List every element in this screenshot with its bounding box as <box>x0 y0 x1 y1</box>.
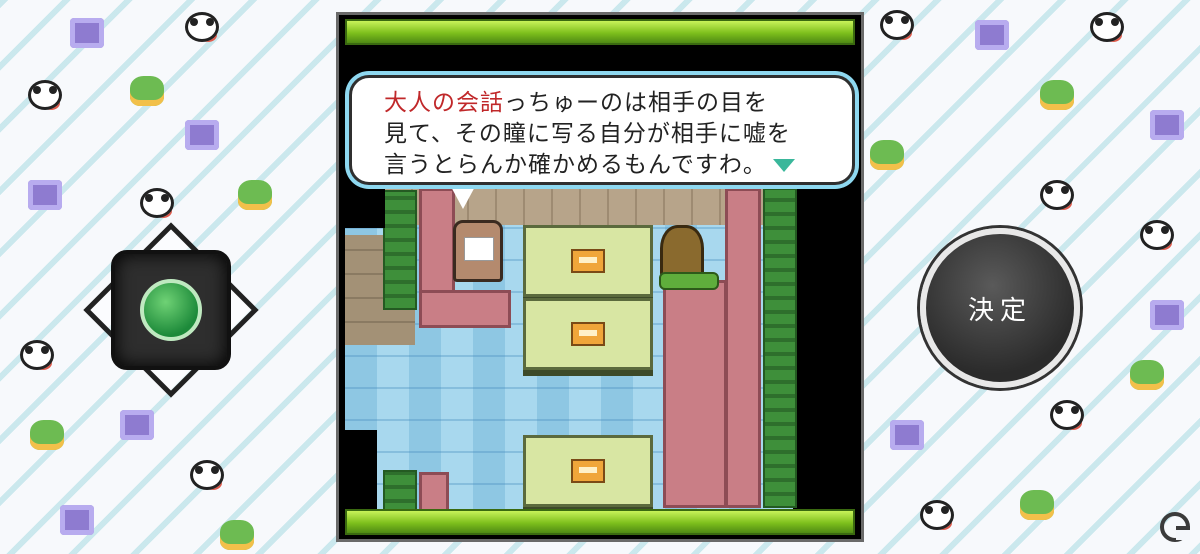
wallpaper-bug-icon <box>20 340 54 370</box>
triangle-down-icon <box>772 159 795 172</box>
g-logo-icon <box>1160 512 1190 542</box>
food-plate-icon <box>571 249 605 273</box>
wallpaper-robot-icon <box>975 20 1009 50</box>
dpad-icon[interactable] <box>140 279 202 341</box>
hedge <box>763 188 797 508</box>
dialog-box[interactable]: 大人の会話っちゅーのは相手の目を 見て、その瞳に写る自分が相手に嘘を 言うとらん… <box>349 75 855 185</box>
dialog-line-2: 見て、その瞳に写る自分が相手に嘘を <box>384 121 791 147</box>
wallpaper-bug-icon <box>1090 12 1124 42</box>
game-screen[interactable]: 大人の会話っちゅーのは相手の目を 見て、その瞳に写る自分が相手に嘘を 言うとらん… <box>336 12 864 542</box>
hedge <box>383 190 417 310</box>
wallpaper-frog-icon <box>30 420 64 450</box>
wallpaper-bug-icon <box>28 80 62 110</box>
wallpaper-robot-icon <box>60 505 94 535</box>
wallpaper-bug-icon <box>1040 180 1074 210</box>
wallpaper-robot-icon <box>185 120 219 150</box>
dialog-text: っちゅーのは相手の目を <box>504 90 768 116</box>
sofa-left-bottom <box>419 290 511 328</box>
dialog-text: 言うとらんか確かめるもんですわ。 <box>384 152 767 178</box>
wallpaper-robot-icon <box>1150 300 1184 330</box>
void-area <box>345 180 385 228</box>
wallpaper-robot-icon <box>28 180 62 210</box>
wallpaper-bug-icon <box>190 460 224 490</box>
sofa-right <box>725 188 761 508</box>
food-plate-icon <box>571 322 605 346</box>
dining-table <box>523 225 653 297</box>
wallpaper-frog-icon <box>870 140 904 170</box>
wallpaper-robot-icon <box>1150 110 1184 140</box>
dpad[interactable] <box>76 215 266 405</box>
decide-button[interactable]: 決定 <box>920 228 1080 388</box>
decide-button-label: 決定 <box>967 295 1032 326</box>
wallpaper-frog-icon <box>1040 80 1074 110</box>
wallpaper-frog-icon <box>238 180 272 210</box>
wallpaper-frog-icon <box>1020 490 1054 520</box>
wallpaper-bug-icon <box>880 10 914 40</box>
wallpaper-frog-icon <box>130 76 164 106</box>
wallpaper-bug-icon <box>920 500 954 530</box>
wallpaper-robot-icon <box>890 420 924 450</box>
caterpillar-character <box>659 225 719 290</box>
dialog-line-3: 言うとらんか確かめるもんですわ。 <box>384 150 830 181</box>
sofa-right-seat <box>663 280 727 508</box>
frog-character <box>453 220 503 282</box>
wallpaper-bug-icon <box>1140 220 1174 250</box>
wallpaper-bug-icon <box>185 12 219 42</box>
wallpaper-bug-icon <box>1050 400 1084 430</box>
wallpaper-robot-icon <box>70 18 104 48</box>
wallpaper-frog-icon <box>220 520 254 550</box>
dialog-line-1: 大人の会話っちゅーのは相手の目を <box>384 88 830 119</box>
dining-table <box>523 298 653 370</box>
dialog-tail <box>449 183 477 209</box>
dialog-highlight: 大人の会話 <box>384 90 504 116</box>
dining-table <box>523 435 653 507</box>
room-scene <box>345 180 797 515</box>
screen-top-bar <box>345 19 855 45</box>
wallpaper-robot-icon <box>120 410 154 440</box>
wallpaper-frog-icon <box>1130 360 1164 390</box>
screen-bottom-bar <box>345 509 855 535</box>
void-area <box>345 430 377 515</box>
void-area <box>797 180 861 515</box>
food-plate-icon <box>571 459 605 483</box>
wallpaper-bug-icon <box>140 188 174 218</box>
